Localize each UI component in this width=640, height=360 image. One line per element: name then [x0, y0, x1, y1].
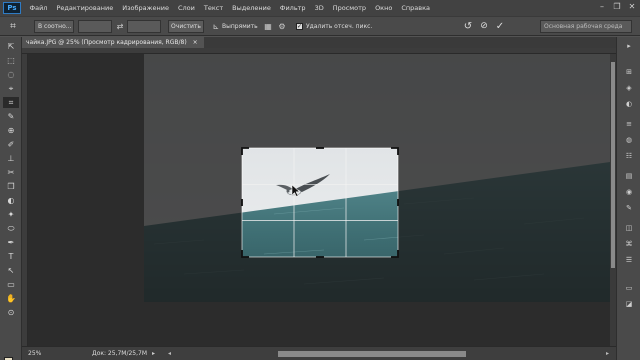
width-input[interactable]: [78, 20, 112, 33]
straighten-icon[interactable]: ⊾: [210, 20, 222, 33]
delete-cropped-label: Удалить отсеч. пикс.: [306, 23, 373, 30]
eyedropper-tool-icon[interactable]: ✎: [3, 111, 19, 122]
history-brush-tool-icon[interactable]: ✂: [3, 167, 19, 178]
options-bar: ⌗ В соотно... ⇄ Очистить ⊾ Выпрямить ▦ ⚙…: [0, 16, 640, 36]
height-input[interactable]: [127, 20, 161, 33]
paragraph-panel-icon[interactable]: ◪: [623, 299, 635, 309]
document-tab-bar: чайка.JPG @ 25% (Просмотр кадрирования, …: [22, 37, 616, 48]
marquee-tool-icon[interactable]: ⬚: [3, 55, 19, 66]
menu-file[interactable]: Файл: [25, 4, 52, 12]
document-size: Док: 25,7M/25,7M: [92, 350, 148, 357]
zoom-tool-icon[interactable]: ⊙: [3, 307, 19, 318]
cancel-icon[interactable]: ⊘: [478, 20, 490, 33]
tab-close-icon[interactable]: ×: [193, 39, 198, 46]
lasso-tool-icon[interactable]: ◌: [3, 69, 19, 80]
canvas-area[interactable]: [28, 54, 610, 346]
clear-button[interactable]: Очистить: [168, 20, 204, 33]
overlay-grid-icon[interactable]: ▦: [262, 20, 274, 33]
status-menu-icon[interactable]: ▸: [152, 347, 155, 360]
reset-icon[interactable]: ↺: [462, 20, 474, 33]
actions-panel-icon[interactable]: ◈: [623, 83, 635, 93]
styles-panel-icon[interactable]: ☷: [623, 151, 635, 161]
dodge-tool-icon[interactable]: ⬭: [3, 223, 19, 234]
close-icon[interactable]: ✕: [626, 2, 638, 12]
quick-select-tool-icon[interactable]: ⌖: [3, 83, 19, 94]
vertical-scrollbar-thumb[interactable]: [611, 62, 615, 268]
straighten-label[interactable]: Выпрямить: [222, 20, 258, 33]
hand-tool-icon[interactable]: ✋: [3, 293, 19, 304]
minimize-icon[interactable]: –: [596, 2, 608, 12]
photo-canvas[interactable]: [144, 54, 610, 302]
paths-panel-icon[interactable]: ☰: [623, 255, 635, 265]
menu-view[interactable]: Просмотр: [328, 4, 370, 12]
menu-edit[interactable]: Редактирование: [52, 4, 118, 12]
gear-icon[interactable]: ⚙: [276, 20, 288, 33]
layers-panel-icon[interactable]: ◫: [623, 223, 635, 233]
menu-filter[interactable]: Фильтр: [275, 4, 310, 12]
menu-type[interactable]: Текст: [199, 4, 227, 12]
path-select-tool-icon[interactable]: ↖: [3, 265, 19, 276]
stamp-tool-icon[interactable]: ⊥: [3, 153, 19, 164]
type-tool-icon[interactable]: T: [3, 251, 19, 262]
crop-tool-icon[interactable]: ⌗: [3, 97, 19, 108]
history-panel-icon[interactable]: ⊞: [623, 67, 635, 77]
photoshop-logo: Ps: [3, 2, 21, 14]
menu-image[interactable]: Изображение: [118, 4, 174, 12]
move-tool-icon[interactable]: ⇱: [3, 41, 19, 52]
panel-dock: ▸ ⊞ ◈ ◐ ≡ ◍ ☷ ▤ ◉ ✎ ◫ ⌘ ☰ ▭ ◪: [616, 37, 640, 360]
pen-tool-icon[interactable]: ✒: [3, 237, 19, 248]
shape-tool-icon[interactable]: ▭: [3, 279, 19, 290]
eraser-tool-icon[interactable]: ❒: [3, 181, 19, 192]
info-panel-icon[interactable]: ◉: [623, 187, 635, 197]
horizontal-scrollbar-thumb[interactable]: [278, 351, 466, 357]
properties-panel-icon[interactable]: ≡: [623, 119, 635, 129]
menu-help[interactable]: Справка: [397, 4, 435, 12]
restore-icon[interactable]: ❐: [611, 2, 623, 12]
swatches-panel-icon[interactable]: ◍: [623, 135, 635, 145]
menu-3d[interactable]: 3D: [310, 4, 328, 12]
channels-panel-icon[interactable]: ⌘: [623, 239, 635, 249]
scroll-left-icon[interactable]: ◂: [168, 347, 171, 360]
color-panel-icon[interactable]: ◐: [623, 99, 635, 109]
document-tab[interactable]: чайка.JPG @ 25% (Просмотр кадрирования, …: [22, 37, 204, 48]
blur-tool-icon[interactable]: ✦: [3, 209, 19, 220]
status-bar: 25% Док: 25,7M/25,7M ▸ ◂ ▸: [22, 346, 616, 360]
window-controls: – ❐ ✕: [596, 2, 638, 12]
collapse-panels-icon[interactable]: ▸: [623, 41, 635, 51]
crop-tool-icon[interactable]: ⌗: [6, 20, 20, 33]
brush-tool-icon[interactable]: ✐: [3, 139, 19, 150]
healing-tool-icon[interactable]: ⊕: [3, 125, 19, 136]
document-tab-title: чайка.JPG @ 25% (Просмотр кадрирования, …: [26, 39, 187, 46]
menu-bar: Ps Файл Редактирование Изображение Слои …: [0, 0, 640, 16]
adjustments-panel-icon[interactable]: ▤: [623, 171, 635, 181]
zoom-level[interactable]: 25%: [28, 347, 41, 360]
menu-select[interactable]: Выделение: [228, 4, 276, 12]
commit-icon[interactable]: ✓: [494, 20, 506, 33]
menu-window[interactable]: Окно: [371, 4, 397, 12]
menu-layers[interactable]: Слои: [173, 4, 199, 12]
ratio-select[interactable]: В соотно...: [34, 20, 74, 33]
delete-cropped-checkbox[interactable]: ✓: [296, 23, 303, 30]
character-panel-icon[interactable]: ▭: [623, 283, 635, 293]
brush-panel-icon[interactable]: ✎: [623, 203, 635, 213]
tools-panel: ⇱ ⬚ ◌ ⌖ ⌗ ✎ ⊕ ✐ ⊥ ✂ ❒ ◐ ✦ ⬭ ✒ T ↖ ▭ ✋ ⊙: [0, 37, 22, 360]
swap-dimensions-icon[interactable]: ⇄: [115, 20, 125, 33]
scroll-right-icon[interactable]: ▸: [606, 347, 609, 360]
workspace-select[interactable]: Основная рабочая среда: [540, 20, 632, 33]
gradient-tool-icon[interactable]: ◐: [3, 195, 19, 206]
